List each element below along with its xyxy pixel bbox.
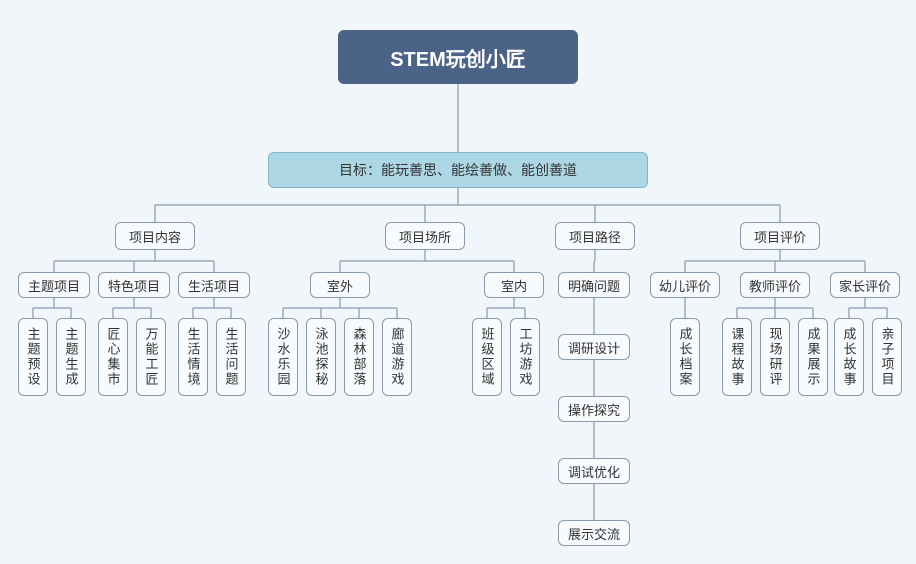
leaf-feature-0: 匠心集市 xyxy=(98,318,128,396)
leaf-topic-1: 主题生成 xyxy=(56,318,86,396)
leaf-feature-1: 万能工匠 xyxy=(136,318,166,396)
path-step-1: 调研设计 xyxy=(558,334,630,360)
l3-parent: 家长评价 xyxy=(830,272,900,298)
leaf-life-1: 生活问题 xyxy=(216,318,246,396)
path-step-4: 展示交流 xyxy=(558,520,630,546)
l2-path: 项目路径 xyxy=(555,222,635,250)
leaf-outdoor-2: 森林部落 xyxy=(344,318,374,396)
leaf-topic-0: 主题预设 xyxy=(18,318,48,396)
l3-teacher: 教师评价 xyxy=(740,272,810,298)
leaf-outdoor-0: 沙水乐园 xyxy=(268,318,298,396)
leaf-indoor-1: 工坊游戏 xyxy=(510,318,540,396)
leaf-life-0: 生活情境 xyxy=(178,318,208,396)
l3-outdoor: 室外 xyxy=(310,272,370,298)
leaf-indoor-0: 班级区域 xyxy=(472,318,502,396)
leaf-outdoor-1: 泳池探秘 xyxy=(306,318,336,396)
leaf-teacher-0: 课程故事 xyxy=(722,318,752,396)
goal-node: 目标：能玩善思、能绘善做、能创善道 xyxy=(268,152,648,188)
leaf-teacher-2: 成果展示 xyxy=(798,318,828,396)
l2-place: 项目场所 xyxy=(385,222,465,250)
leaf-teacher-1: 现场研评 xyxy=(760,318,790,396)
l2-eval: 项目评价 xyxy=(740,222,820,250)
path-step-0: 明确问题 xyxy=(558,272,630,298)
root-node: STEM玩创小匠 xyxy=(338,30,578,84)
leaf-parent-1: 亲子项目 xyxy=(872,318,902,396)
l2-content: 项目内容 xyxy=(115,222,195,250)
l3-topic: 主题项目 xyxy=(18,272,90,298)
l3-life: 生活项目 xyxy=(178,272,250,298)
l3-child: 幼儿评价 xyxy=(650,272,720,298)
l3-indoor: 室内 xyxy=(484,272,544,298)
l3-feature: 特色项目 xyxy=(98,272,170,298)
leaf-parent-0: 成长故事 xyxy=(834,318,864,396)
leaf-child-0: 成长档案 xyxy=(670,318,700,396)
path-step-2: 操作探究 xyxy=(558,396,630,422)
path-step-3: 调试优化 xyxy=(558,458,630,484)
leaf-outdoor-3: 廊道游戏 xyxy=(382,318,412,396)
